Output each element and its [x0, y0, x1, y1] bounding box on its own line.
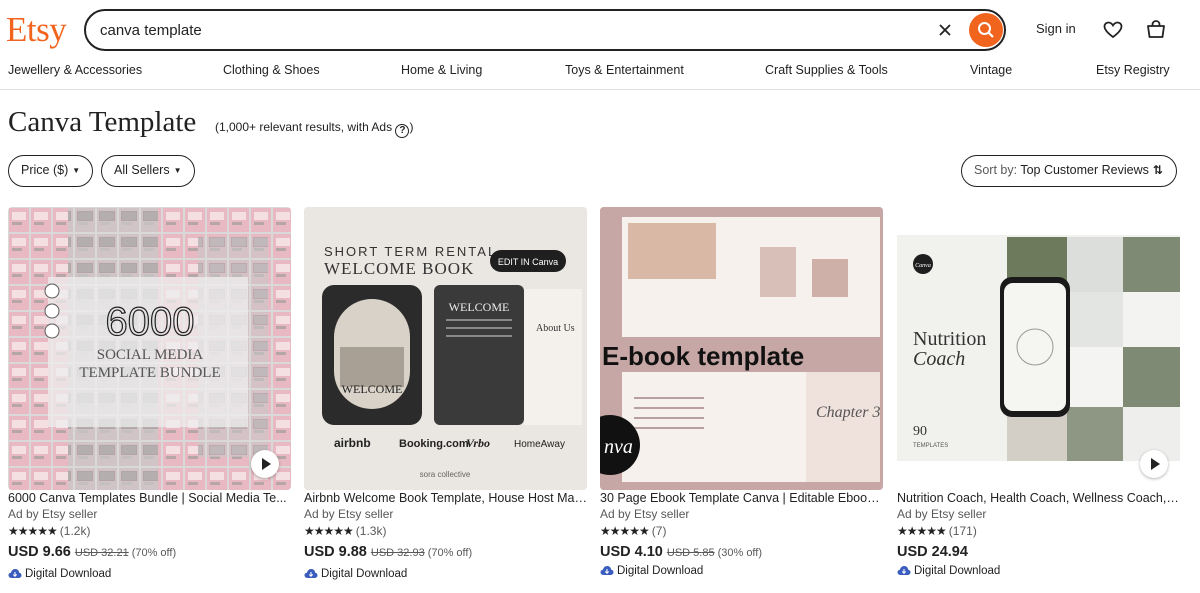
digital-download: Digital Download	[304, 568, 407, 580]
ad-label: Ad by Etsy seller	[304, 507, 394, 521]
listing-image[interactable]: SHORT TERM RENTAL WELCOME BOOK EDIT IN C…	[304, 207, 587, 490]
stars-icon: ★★★★★	[897, 524, 947, 538]
listing-card[interactable]: E-book template nva Chapter 3 30 Page Eb…	[600, 207, 883, 587]
search-button[interactable]	[969, 13, 1003, 47]
listing-card[interactable]: SHORT TERM RENTAL WELCOME BOOK EDIT IN C…	[304, 207, 587, 587]
rating: ★★★★★ (7)	[600, 524, 667, 538]
listing-card[interactable]: 6000 SOCIAL MEDIA TEMPLATE BUNDLE 6000 C…	[8, 207, 291, 587]
results-count: (1,000+ relevant results, with Ads ?)	[215, 120, 414, 138]
listing-image[interactable]: 6000 SOCIAL MEDIA TEMPLATE BUNDLE	[8, 207, 291, 490]
rating: ★★★★★ (1.3k)	[304, 524, 387, 538]
ad-label: Ad by Etsy seller	[897, 507, 987, 521]
etsy-logo[interactable]: Etsy	[6, 10, 67, 50]
image-text-welcome-2: WELCOME	[449, 300, 510, 314]
vrbo-logo: Vrbo	[466, 436, 490, 450]
image-text-about: About Us	[536, 323, 575, 334]
image-text-line1: SOCIAL MEDIA	[97, 347, 204, 363]
clear-search-icon[interactable]	[935, 20, 955, 40]
price-filter-button[interactable]: Price ($) ▼	[8, 155, 94, 187]
listing-title[interactable]: 30 Page Ebook Template Canva | Editable …	[600, 491, 883, 505]
image-text-line1: SHORT TERM RENTAL	[324, 244, 497, 259]
listing-title[interactable]: Nutrition Coach, Health Coach, Wellness …	[897, 491, 1180, 505]
listing-card[interactable]: Canva Nutrition Coach 90 TEMPLATES Nutri…	[897, 207, 1180, 587]
sort-arrows-icon: ⇅	[1152, 163, 1163, 177]
digital-download: Digital Download	[897, 565, 1000, 577]
caret-down-icon: ▼	[173, 166, 182, 175]
digital-download: Digital Download	[8, 568, 111, 580]
favorites-heart-icon[interactable]	[1102, 19, 1124, 41]
canva-logo-text: Canva	[915, 263, 931, 269]
cart-bag-icon[interactable]	[1145, 18, 1167, 40]
category-vintage[interactable]: Vintage	[970, 63, 1012, 77]
cloud-download-icon	[897, 566, 911, 575]
category-toys[interactable]: Toys & Entertainment	[565, 63, 684, 77]
image-text-sub: TEMPLATES	[913, 443, 948, 449]
rating: ★★★★★ (171)	[897, 524, 977, 538]
image-text-line1: Nutrition	[913, 328, 986, 350]
listing-title[interactable]: 6000 Canva Templates Bundle | Social Med…	[8, 491, 291, 505]
search-bar[interactable]: canva template	[84, 9, 1006, 51]
category-clothing[interactable]: Clothing & Shoes	[223, 63, 320, 77]
booking-logo: Booking.com	[399, 438, 469, 450]
price: USD 9.88 USD 32.93 (70% off)	[304, 544, 473, 560]
stars-icon: ★★★★★	[8, 524, 58, 538]
listing-title[interactable]: Airbnb Welcome Book Template, House Host…	[304, 491, 587, 505]
play-video-icon[interactable]	[251, 450, 279, 478]
image-text-brand: sora collective	[420, 470, 471, 479]
price: USD 4.10 USD 5.85 (30% off)	[600, 544, 763, 560]
stars-icon: ★★★★★	[304, 524, 354, 538]
image-text-line2: TEMPLATE BUNDLE	[79, 365, 220, 381]
category-jewellery[interactable]: Jewellery & Accessories	[8, 63, 142, 77]
sellers-filter-button[interactable]: All Sellers ▼	[101, 155, 195, 187]
image-text-number: 90	[913, 424, 927, 439]
canva-logo-text: nva	[604, 436, 633, 458]
ad-label: Ad by Etsy seller	[8, 507, 98, 521]
page-title: Canva Template	[8, 106, 197, 138]
play-video-icon[interactable]	[1140, 450, 1168, 478]
category-home-living[interactable]: Home & Living	[401, 63, 482, 77]
airbnb-logo: airbnb	[334, 436, 371, 450]
homeaway-logo: HomeAway	[514, 439, 565, 450]
image-text-6000: 6000	[106, 300, 195, 344]
header: Etsy canva template Sign in	[0, 0, 1200, 58]
stars-icon: ★★★★★	[600, 524, 650, 538]
listing-image[interactable]: Canva Nutrition Coach 90 TEMPLATES	[897, 207, 1180, 490]
cloud-download-icon	[600, 566, 614, 575]
price: USD 24.94	[897, 544, 968, 560]
listing-image[interactable]: E-book template nva Chapter 3	[600, 207, 883, 490]
sort-dropdown[interactable]: Sort by: Top Customer Reviews ⇅	[961, 155, 1177, 187]
rating: ★★★★★ (1.2k)	[8, 524, 91, 538]
sign-in-link[interactable]: Sign in	[1036, 21, 1076, 36]
caret-down-icon: ▼	[72, 166, 81, 175]
digital-download: Digital Download	[600, 565, 703, 577]
ad-label: Ad by Etsy seller	[600, 507, 690, 521]
image-text-welcome: WELCOME	[342, 382, 403, 396]
help-icon[interactable]: ?	[395, 124, 410, 138]
search-icon	[978, 22, 994, 38]
search-input[interactable]: canva template	[100, 22, 202, 39]
category-registry[interactable]: Etsy Registry	[1096, 63, 1170, 77]
price: USD 9.66 USD 32.21 (70% off)	[8, 544, 177, 560]
category-craft[interactable]: Craft Supplies & Tools	[765, 63, 888, 77]
cloud-download-icon	[304, 569, 318, 578]
edit-in-canva-badge: EDIT IN Canva	[498, 257, 558, 267]
cloud-download-icon	[8, 569, 22, 578]
image-text-headline: E-book template	[602, 341, 804, 371]
image-text-line2: Coach	[913, 348, 965, 370]
image-text-chapter: Chapter 3	[816, 404, 880, 421]
image-text-line2: WELCOME BOOK	[324, 259, 474, 278]
category-nav: Jewellery & Accessories Clothing & Shoes…	[0, 60, 1200, 90]
